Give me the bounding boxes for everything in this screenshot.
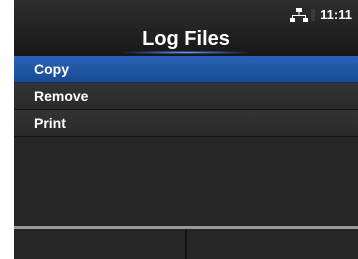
network-icon bbox=[290, 8, 309, 22]
title-underline bbox=[124, 51, 248, 54]
menu-item-print[interactable]: Print bbox=[14, 110, 358, 137]
softkey-bar bbox=[14, 226, 358, 259]
status-bar: 11:11 bbox=[290, 6, 352, 24]
menu-item-remove[interactable]: Remove bbox=[14, 83, 358, 110]
menu-item-copy[interactable]: Copy bbox=[14, 56, 358, 83]
softkey-left[interactable] bbox=[14, 229, 185, 259]
link-icon bbox=[311, 9, 316, 21]
menu-list: Copy Remove Print bbox=[14, 56, 358, 137]
printer-display: 11:11 Log Files Copy Remove Print bbox=[14, 0, 358, 259]
menu-item-label: Remove bbox=[34, 88, 89, 104]
softkey-right[interactable] bbox=[187, 229, 358, 259]
menu-item-label: Copy bbox=[34, 61, 69, 77]
clock: 11:11 bbox=[320, 7, 352, 22]
header-bar: 11:11 Log Files bbox=[14, 0, 358, 56]
page-title: Log Files bbox=[142, 28, 230, 50]
menu-item-label: Print bbox=[34, 115, 66, 131]
